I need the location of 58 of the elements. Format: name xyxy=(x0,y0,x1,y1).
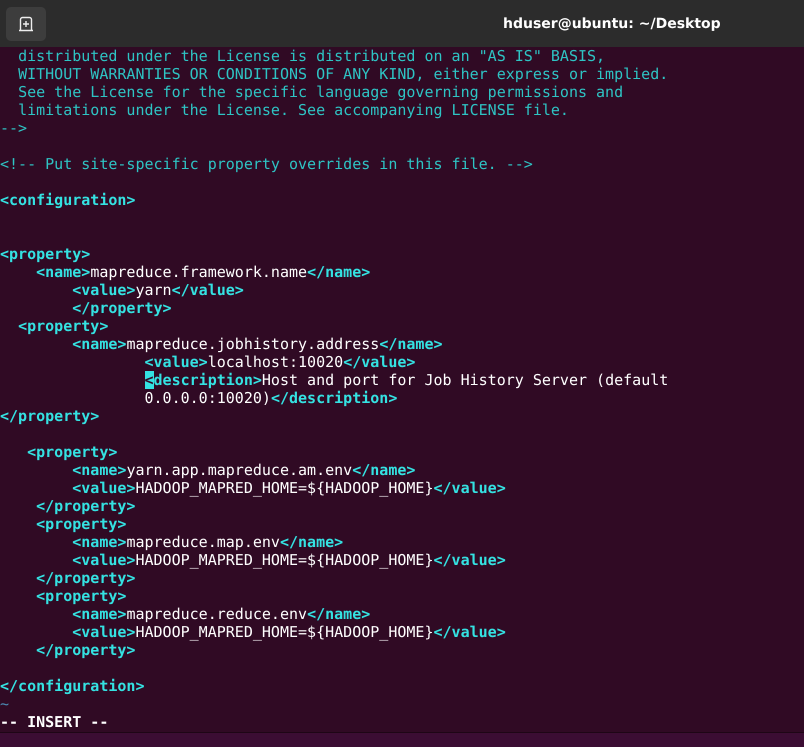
xml-tag: </value> xyxy=(172,281,244,299)
xml-tag: <property> xyxy=(0,245,90,263)
xml-tag: </configuration> xyxy=(0,677,144,695)
xml-tag: </property> xyxy=(72,299,172,317)
xml-tag: </name> xyxy=(280,533,344,551)
element-text: mapreduce.reduce.env xyxy=(126,605,308,623)
xml-tag: </property> xyxy=(36,641,136,659)
xml-tag: </property> xyxy=(0,407,100,425)
empty-line-marker: ~ xyxy=(0,695,10,713)
xml-tag: <name> xyxy=(72,533,126,551)
xml-tag: <property> xyxy=(36,515,126,533)
xml-tag: <value> xyxy=(72,551,136,569)
comment-text: --> xyxy=(0,119,28,137)
xml-tag: </value> xyxy=(433,623,506,641)
comment-text: <!-- Put site-specific property overrides in this file. --> xyxy=(0,155,533,173)
element-text: HADOOP_MAPRED_HOME=${HADOOP_HOME} xyxy=(135,479,434,497)
text-cursor: < xyxy=(144,371,154,389)
xml-tag: </name> xyxy=(307,605,370,623)
xml-tag: </property> xyxy=(36,497,136,515)
xml-tag: <property> xyxy=(36,587,126,605)
comment-text: distributed under the License is distributed on an "AS IS" BASIS, xyxy=(18,47,606,65)
xml-tag: <value> xyxy=(72,479,136,497)
new-tab-button[interactable] xyxy=(6,6,46,40)
xml-tag: </value> xyxy=(433,551,506,569)
comment-text: WITHOUT WARRANTIES OR CONDITIONS OF ANY KIND, either express or implied. xyxy=(18,65,668,83)
xml-tag: description> xyxy=(154,371,262,389)
xml-tag: <name> xyxy=(36,263,90,281)
element-text: yarn.app.mapreduce.am.env xyxy=(126,461,352,479)
xml-tag: <configuration> xyxy=(0,191,136,209)
xml-tag: </name> xyxy=(307,263,370,281)
xml-tag: <property> xyxy=(27,443,118,461)
xml-tag: <value> xyxy=(72,623,136,641)
element-text: mapreduce.jobhistory.address xyxy=(126,335,380,353)
xml-tag: </value> xyxy=(343,353,416,371)
element-text: HADOOP_MAPRED_HOME=${HADOOP_HOME} xyxy=(135,551,434,569)
xml-tag: </value> xyxy=(433,479,506,497)
element-text: localhost:10020 xyxy=(208,353,344,371)
element-text: Host and port for Job History Server (default xyxy=(262,371,668,389)
xml-tag: <value> xyxy=(72,281,136,299)
window-title: hduser@ubuntu: ~/Desktop xyxy=(503,16,721,32)
xml-tag: <name> xyxy=(72,461,126,479)
element-text: mapreduce.framework.name xyxy=(90,263,308,281)
xml-tag: </name> xyxy=(352,461,416,479)
new-tab-icon xyxy=(18,16,34,32)
xml-tag: <property> xyxy=(18,317,108,335)
element-text: 0.0.0.0:10020) xyxy=(144,389,271,407)
xml-tag: <name> xyxy=(72,605,126,623)
xml-tag: <name> xyxy=(72,335,126,353)
xml-tag: </description> xyxy=(270,389,398,407)
xml-tag: <value> xyxy=(144,353,208,371)
comment-text: limitations under the License. See accompanying LICENSE file. xyxy=(18,101,569,119)
element-text: yarn xyxy=(135,281,172,299)
xml-tag: </property> xyxy=(36,569,136,587)
xml-tag: </name> xyxy=(379,335,443,353)
mode-indicator: -- INSERT -- xyxy=(0,713,108,731)
element-text: HADOOP_MAPRED_HOME=${HADOOP_HOME} xyxy=(135,623,434,641)
element-text: mapreduce.map.env xyxy=(126,533,280,551)
comment-text: See the License for the specific language governing permissions and xyxy=(18,83,624,101)
